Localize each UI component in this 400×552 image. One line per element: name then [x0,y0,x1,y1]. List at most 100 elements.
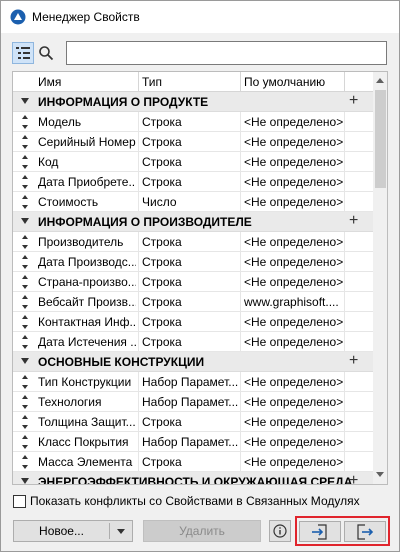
table-row[interactable]: Вебсайт Произв... Строка www.graphisoft...… [13,292,373,312]
drag-handle-icon[interactable] [21,374,29,390]
delete-button[interactable]: Удалить [143,520,261,542]
table-row[interactable]: Толщина Защит... Строка <Не определено> [13,412,373,432]
drag-handle-icon[interactable] [21,314,29,330]
search-button[interactable] [35,42,57,64]
cell-divider [240,172,241,192]
drag-handle-icon[interactable] [21,114,29,130]
property-default: <Не определено> [244,455,344,469]
table-row[interactable]: Дата Приобрете... Строка <Не определено> [13,172,373,192]
column-header-name[interactable]: Имя [38,75,61,89]
drag-handle-icon[interactable] [21,454,29,470]
table-row[interactable]: Страна-произво... Строка <Не определено> [13,272,373,292]
cell-divider [344,452,345,472]
property-name: Тип Конструкции [38,375,132,389]
chevron-down-icon[interactable] [21,358,29,364]
scroll-thumb[interactable] [375,90,386,188]
chevron-down-icon[interactable] [21,218,29,224]
chevron-down-icon[interactable] [21,478,29,484]
property-type: Строка [142,295,182,309]
property-default: <Не определено> [244,135,344,149]
table-row[interactable]: Контактная Инф... Строка <Не определено> [13,312,373,332]
cell-divider [240,392,241,412]
scroll-down-arrow[interactable] [376,472,384,477]
export-icon [357,523,374,540]
import-button[interactable] [299,521,341,542]
plus-icon[interactable]: + [349,353,358,369]
cell-divider [344,392,345,412]
plus-icon[interactable]: + [349,213,358,229]
cell-divider [344,232,345,252]
table-row[interactable]: Код Строка <Не определено> [13,152,373,172]
cell-divider [138,412,139,432]
table-row[interactable]: Серийный Номер Строка <Не определено> [13,132,373,152]
group-row[interactable]: ИНФОРМАЦИЯ О ПРОДУКТЕ + [13,92,373,112]
drag-handle-icon[interactable] [21,294,29,310]
column-divider[interactable] [344,72,345,92]
drag-handle-icon[interactable] [21,194,29,210]
new-dropdown-button[interactable] [110,521,132,541]
property-name: Вебсайт Произв... [38,295,136,309]
drag-handle-icon[interactable] [21,334,29,350]
drag-handle-icon[interactable] [21,234,29,250]
group-name: ЭНЕРГОЭФФЕКТИВНОСТЬ И ОКРУЖАЮЩАЯ СРЕДА [38,475,353,485]
column-header-default[interactable]: По умолчанию [244,75,325,89]
drag-handle-icon[interactable] [21,154,29,170]
property-name: Стоимость [38,195,99,209]
show-conflicts-option[interactable]: Показать конфликты со Свойствами в Связа… [13,493,360,509]
group-row[interactable]: ОСНОВНЫЕ КОНСТРУКЦИИ + [13,352,373,372]
property-default: www.graphisoft.... [244,295,339,309]
export-button[interactable] [344,521,386,542]
search-input[interactable] [66,41,387,65]
new-button[interactable]: Новое... [13,520,133,542]
cell-divider [344,332,345,352]
property-name: Дата Производс... [38,255,136,269]
cell-divider [344,252,345,272]
show-conflicts-checkbox[interactable] [13,494,26,508]
drag-handle-icon[interactable] [21,434,29,450]
scroll-up-arrow[interactable] [376,78,384,83]
vertical-scrollbar[interactable] [373,72,387,484]
property-default: <Не определено> [244,315,344,329]
table-row[interactable]: Технология Набор Парамет... <Не определено… [13,392,373,412]
cell-divider [240,372,241,392]
column-divider[interactable] [138,72,139,92]
property-default: <Не определено> [244,235,344,249]
cell-divider [138,312,139,332]
table-row[interactable]: Модель Строка <Не определено> [13,112,373,132]
cell-divider [240,112,241,132]
drag-handle-icon[interactable] [21,274,29,290]
table-header: Имя Тип По умолчанию [13,72,373,92]
property-name: Технология [38,395,102,409]
list-view-button[interactable] [12,42,34,64]
table-row[interactable]: Дата Истечения ... Строка <Не определено> [13,332,373,352]
group-row[interactable]: ЭНЕРГОЭФФЕКТИВНОСТЬ И ОКРУЖАЮЩАЯ СРЕДА + [13,472,373,485]
table-row[interactable]: Производитель Строка <Не определено> [13,232,373,252]
table-row[interactable]: Стоимость Число <Не определено> [13,192,373,212]
drag-handle-icon[interactable] [21,174,29,190]
cell-divider [138,452,139,472]
cell-divider [344,412,345,432]
table-row[interactable]: Дата Производс... Строка <Не определено> [13,252,373,272]
table-row[interactable]: Тип Конструкции Набор Парамет... <Не опред… [13,372,373,392]
plus-icon[interactable]: + [349,473,358,485]
column-divider[interactable] [240,72,241,92]
drag-handle-icon[interactable] [21,134,29,150]
drag-handle-icon[interactable] [21,254,29,270]
list-view-icon [16,47,30,59]
table-row[interactable]: Масса Элемента Строка <Не определено> [13,452,373,472]
show-conflicts-label: Показать конфликты со Свойствами в Связа… [30,494,360,508]
property-name: Дата Истечения ... [38,335,136,349]
chevron-down-icon[interactable] [21,98,29,104]
property-default: <Не определено> [244,335,344,349]
drag-handle-icon[interactable] [21,414,29,430]
drag-handle-icon[interactable] [21,394,29,410]
plus-icon[interactable]: + [349,93,358,109]
column-header-type[interactable]: Тип [142,75,162,89]
group-row[interactable]: ИНФОРМАЦИЯ О ПРОИЗВОДИТЕЛЕ + [13,212,373,232]
info-button[interactable] [269,520,291,542]
cell-divider [344,172,345,192]
app-icon [10,9,26,25]
cell-divider [138,232,139,252]
property-name: Код [38,155,59,169]
table-row[interactable]: Класс Покрытия Набор Парамет... <Не опреде… [13,432,373,452]
